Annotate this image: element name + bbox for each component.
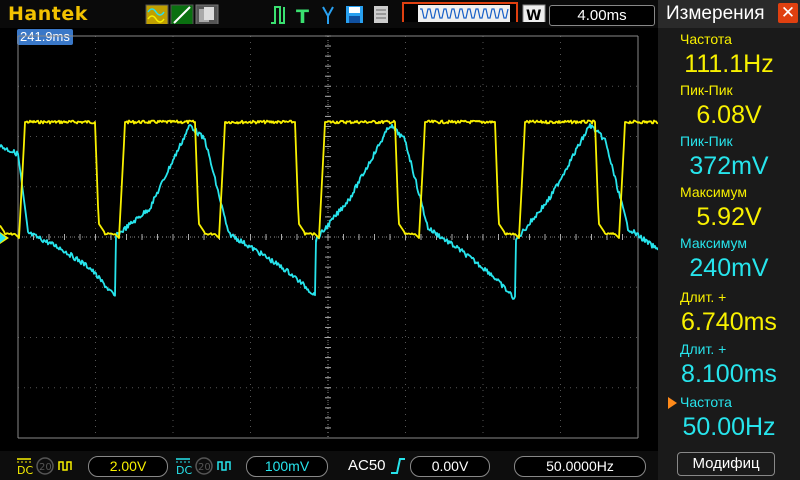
measure-label-2: Пик-Пик	[680, 82, 733, 98]
measure-value-5[interactable]: 240mV	[658, 254, 800, 283]
toolbar-icons[interactable]	[322, 4, 392, 24]
display-mode-icons[interactable]	[145, 4, 221, 24]
measure-value-1[interactable]: 111.1Hz	[658, 50, 800, 79]
channel-1-scale[interactable]: 2.00V	[88, 456, 168, 477]
measure-label-8: Частота	[680, 394, 732, 410]
measure-value-8[interactable]: 50.00Hz	[658, 413, 800, 442]
ch2-bandwidth-limit: 20	[198, 462, 211, 473]
ch1-bandwidth-limit: 20	[39, 462, 52, 473]
channel-1-settings-icons[interactable]: DC 20	[15, 456, 85, 476]
selected-arrow-icon	[668, 397, 677, 409]
measure-label-5: Максимум	[680, 235, 747, 251]
bottom-status-bar: DC 20 2.00V DC 20 100mV AC50 0.00V 50.00…	[0, 451, 658, 480]
graticule	[17, 35, 639, 439]
trigger-mode[interactable]: AC50	[348, 457, 386, 474]
waveform-display[interactable]	[0, 28, 658, 451]
channel-2-settings-icons[interactable]: DC 20	[174, 456, 244, 476]
modify-button[interactable]: Модифиц	[677, 452, 775, 476]
ch1-coupling: DC	[17, 464, 33, 476]
close-icon[interactable]: ✕	[778, 3, 798, 23]
measure-label-1: Частота	[680, 31, 732, 47]
measure-value-6[interactable]: 6.740ms	[658, 308, 800, 337]
trigger-status-icons[interactable]: T	[270, 4, 314, 24]
timebase-readout[interactable]: 4.00ms	[549, 5, 655, 26]
measure-label-4: Максимум	[680, 184, 747, 200]
svg-text:W: W	[526, 8, 541, 22]
measure-label-6: Длит. +	[680, 289, 727, 305]
brand-logo: Hantek	[8, 3, 88, 25]
measure-value-3[interactable]: 372mV	[658, 152, 800, 181]
measure-value-2[interactable]: 6.08V	[658, 101, 800, 130]
memory-overview-icon[interactable]: W	[402, 2, 550, 22]
rising-edge-icon	[391, 458, 405, 474]
panel-title: Измерения	[666, 3, 765, 24]
trigger-level[interactable]: 0.00V	[410, 456, 490, 477]
svg-text:T: T	[296, 6, 309, 24]
ch2-coupling: DC	[176, 464, 192, 476]
measure-value-7[interactable]: 8.100ms	[658, 360, 800, 389]
channel-1-trace	[0, 119, 658, 239]
measure-value-4[interactable]: 5.92V	[658, 203, 800, 232]
channel-2-scale[interactable]: 100mV	[246, 456, 328, 477]
measure-label-7: Длит. +	[680, 341, 727, 357]
measurements-panel: Измерения ✕ Частота 111.1Hz Пик-Пик 6.08…	[658, 0, 800, 480]
measure-label-3: Пик-Пик	[680, 133, 733, 149]
panel-header: Измерения ✕	[658, 0, 800, 28]
top-bar: Hantek T W 4.00ms	[0, 0, 658, 28]
trigger-frequency[interactable]: 50.0000Hz	[514, 456, 646, 477]
